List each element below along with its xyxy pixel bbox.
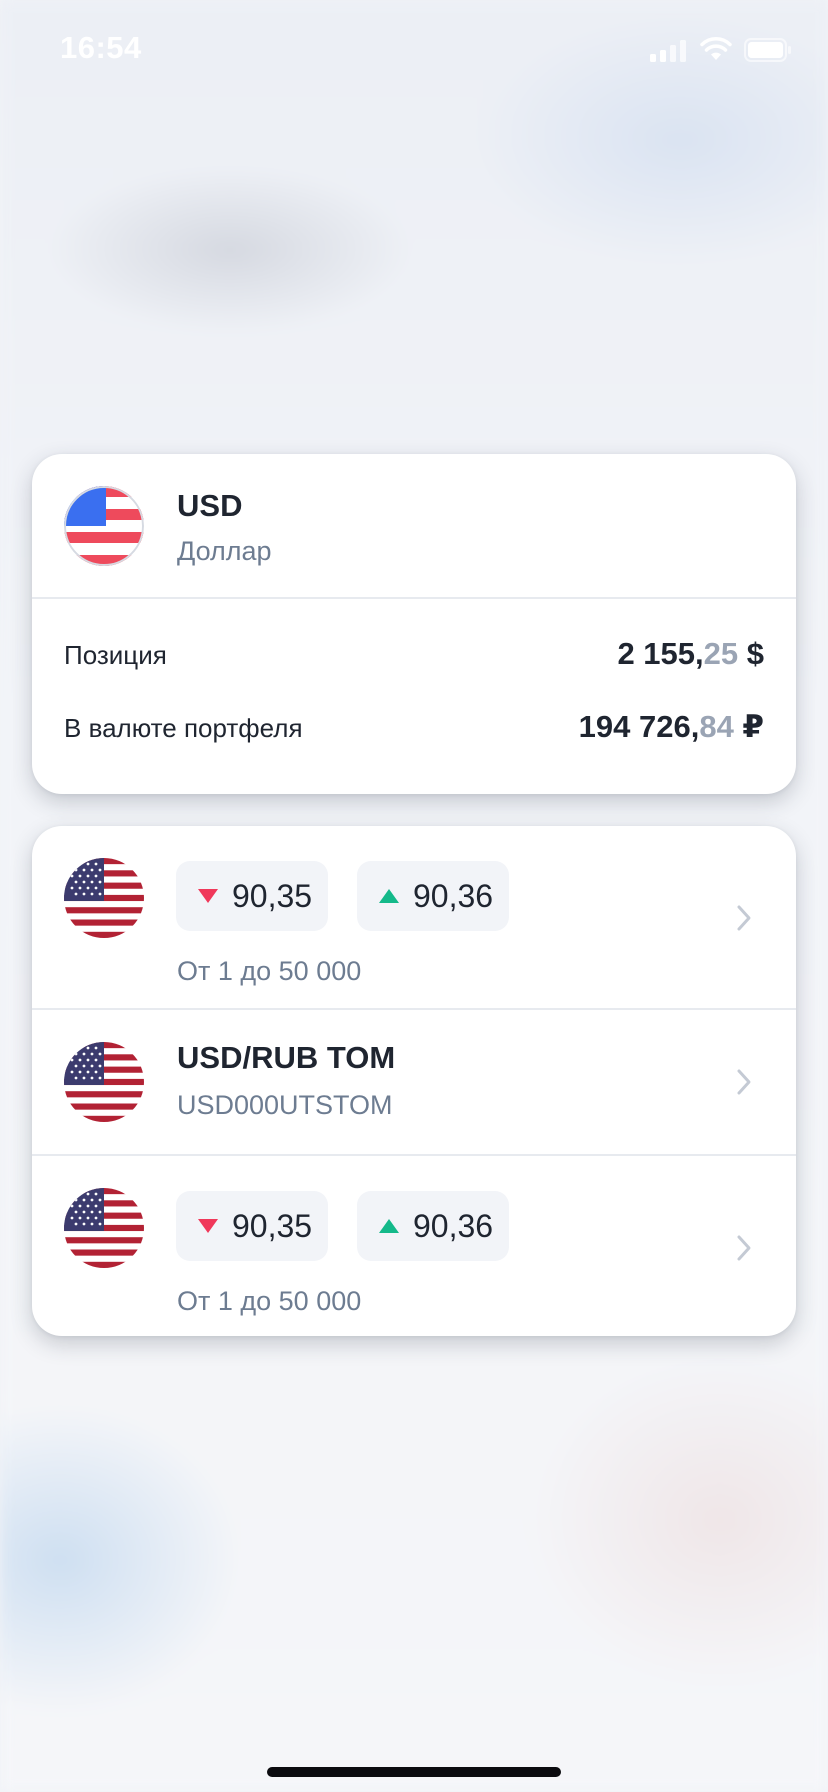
position-value-whole: 2 155, xyxy=(617,636,704,671)
position-value-currency: $ xyxy=(738,636,764,671)
home-indicator[interactable] xyxy=(267,1767,561,1777)
portfolio-currency-label: В валюте портфеля xyxy=(64,713,303,743)
portfolio-value-currency: ₽ xyxy=(733,709,764,744)
wifi-icon xyxy=(700,37,732,60)
signal-icon xyxy=(650,40,686,62)
chevron-right-icon xyxy=(737,905,751,931)
buy-price-pill[interactable]: 90,36 xyxy=(357,861,510,931)
lot-range: От 1 до 50 000 xyxy=(177,956,362,986)
sell-price: 90,35 xyxy=(232,877,313,914)
currency-name: Доллар xyxy=(177,536,272,566)
battery-icon xyxy=(744,38,791,62)
portfolio-value-whole: 194 726, xyxy=(578,709,700,744)
buy-price: 90,36 xyxy=(413,1207,494,1244)
chevron-right-icon xyxy=(737,1235,751,1261)
instrument-ticker: USD000UTSTOM xyxy=(177,1090,393,1120)
position-value-fraction: 25 xyxy=(703,636,739,671)
lot-range: От 1 до 50 000 xyxy=(177,1286,362,1316)
price-down-icon xyxy=(198,1219,218,1233)
portfolio-currency-value: 194 726,84 ₽ xyxy=(579,709,764,745)
currency-summary-card: USD Доллар Позиция 2 155,25 $ В валюте п… xyxy=(32,454,796,794)
instrument-row-quote[interactable]: 90,35 90,36 От 1 до 50 000 xyxy=(32,826,796,1008)
status-bar: 16:54 xyxy=(0,0,828,100)
chevron-right-icon xyxy=(737,1069,751,1095)
instruments-card: 90,35 90,36 От 1 до 50 000 USD/RUB TOM U… xyxy=(32,826,796,1336)
sell-price: 90,35 xyxy=(232,1207,313,1244)
us-flag-icon xyxy=(64,858,144,938)
price-down-icon xyxy=(198,889,218,903)
position-value: 2 155,25 $ xyxy=(617,636,764,672)
price-up-icon xyxy=(379,889,399,903)
instrument-row-quote[interactable]: 90,35 90,36 От 1 до 50 000 xyxy=(32,1156,796,1336)
buy-price: 90,36 xyxy=(413,877,494,914)
buy-price-pill[interactable]: 90,36 xyxy=(357,1191,510,1261)
status-time: 16:54 xyxy=(60,30,142,65)
price-up-icon xyxy=(379,1219,399,1233)
divider xyxy=(32,597,796,599)
instrument-row-usdrub-tom[interactable]: USD/RUB TOM USD000UTSTOM xyxy=(32,1010,796,1154)
sell-price-pill[interactable]: 90,35 xyxy=(176,861,329,931)
currency-code: USD xyxy=(177,488,243,523)
us-flag-icon xyxy=(64,1042,144,1122)
sell-price-pill[interactable]: 90,35 xyxy=(176,1191,329,1261)
us-flag-stylized-icon xyxy=(64,486,144,566)
instrument-title: USD/RUB TOM xyxy=(177,1040,396,1075)
portfolio-value-fraction: 84 xyxy=(699,709,734,744)
us-flag-icon xyxy=(64,1188,144,1268)
position-label: Позиция xyxy=(64,640,167,670)
